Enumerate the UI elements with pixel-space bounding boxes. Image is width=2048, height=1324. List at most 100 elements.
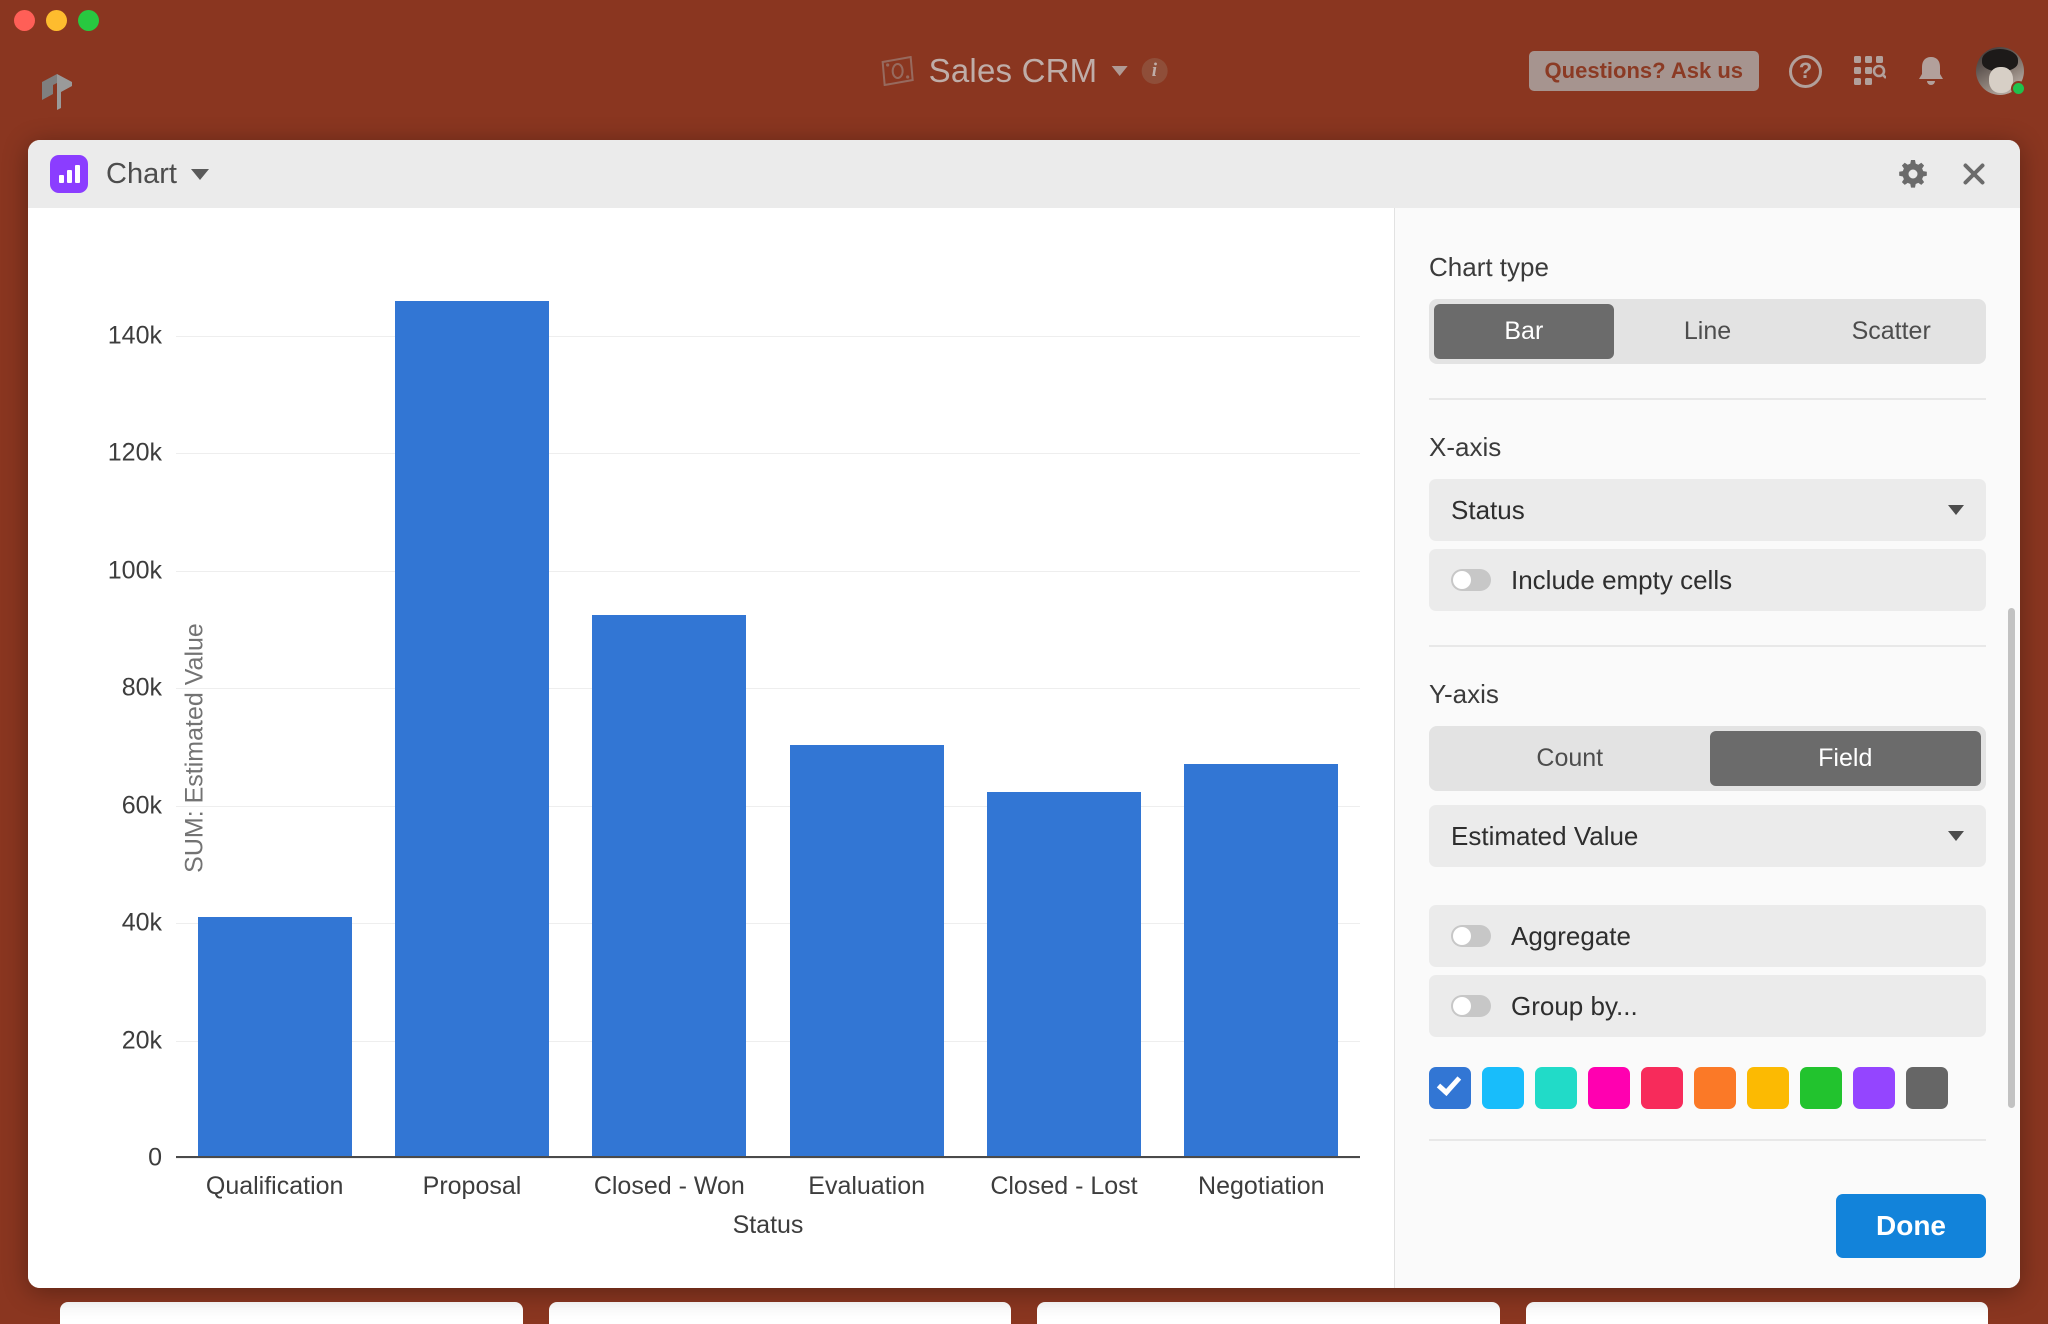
divider <box>1429 1139 1986 1141</box>
background-card <box>1525 1302 1988 1324</box>
info-icon[interactable]: i <box>1141 58 1168 84</box>
chart-editor-panel: Chart SUM: Estimated Value 0 20k 40k 60k 80k… <box>28 140 2020 1288</box>
y-axis-tick: 140k <box>107 321 162 350</box>
plot-area: 0 20k 40k 60k 80k 100k 120k 140k Qualification P… <box>108 248 1360 1200</box>
include-empty-cells-toggle[interactable] <box>1451 569 1491 591</box>
color-swatch[interactable] <box>1800 1067 1842 1109</box>
group-by-label: Group by... <box>1511 990 1638 1021</box>
x-axis-line <box>176 1156 1360 1158</box>
include-empty-cells-row[interactable]: Include empty cells <box>1429 549 1986 611</box>
color-swatch[interactable] <box>1906 1067 1948 1109</box>
chevron-down-icon[interactable] <box>190 168 209 180</box>
y-axis-tick: 0 <box>148 1143 162 1172</box>
chart-type-segmented-control[interactable]: Bar Line Scatter <box>1429 299 1986 364</box>
window-minimize-button[interactable] <box>46 10 67 31</box>
color-swatch-row[interactable] <box>1429 1067 1986 1109</box>
chart-bar-icon <box>50 155 88 193</box>
background-cards <box>0 1284 2048 1324</box>
y-axis-tick: 40k <box>121 908 162 937</box>
chart-type-option-line[interactable]: Line <box>1618 304 1798 359</box>
x-axis-field-select[interactable]: Status <box>1429 479 1986 541</box>
y-axis-label: Y-axis <box>1429 679 1499 709</box>
color-swatch[interactable] <box>1429 1067 1471 1109</box>
x-axis-tick: Closed - Won <box>593 1172 745 1200</box>
y-axis-tick: 100k <box>107 556 162 585</box>
aggregate-toggle[interactable] <box>1451 925 1491 947</box>
bar-slot: Proposal <box>373 248 570 1200</box>
help-circle-icon[interactable]: ? <box>1789 54 1822 88</box>
x-axis-label: X-axis <box>1429 432 1502 462</box>
y-axis-mode-count[interactable]: Count <box>1434 731 1706 786</box>
bar[interactable] <box>592 614 747 1158</box>
bar[interactable] <box>197 917 352 1158</box>
color-swatch[interactable] <box>1747 1067 1789 1109</box>
presence-indicator <box>2011 81 2026 96</box>
check-icon <box>1436 1070 1462 1097</box>
gear-icon[interactable] <box>1898 159 1928 189</box>
money-bill-icon <box>881 55 915 87</box>
bell-icon[interactable] <box>1916 54 1946 88</box>
chevron-down-icon <box>1948 831 1964 841</box>
bar-slot: Evaluation <box>768 248 965 1200</box>
app-title: Sales CRM <box>928 52 1098 89</box>
chart-type-option-scatter[interactable]: Scatter <box>1801 304 1981 359</box>
y-axis-field-value: Estimated Value <box>1451 820 1639 851</box>
x-axis-tick: Closed - Lost <box>990 1172 1138 1200</box>
app-window: Sales CRM i Questions? Ask us ? Chart SU… <box>0 0 2048 1324</box>
settings-scrollbar[interactable] <box>2008 608 2015 1108</box>
y-axis-tick: 60k <box>121 791 162 820</box>
bar[interactable] <box>789 745 944 1158</box>
bar-slot: Qualification <box>176 248 373 1200</box>
x-axis-tick: Proposal <box>422 1172 522 1200</box>
ask-us-button[interactable]: Questions? Ask us <box>1528 51 1759 91</box>
background-card <box>1037 1302 1500 1324</box>
color-swatch[interactable] <box>1641 1067 1683 1109</box>
gridline: 0 <box>148 1144 1360 1172</box>
group-by-toggle[interactable] <box>1451 995 1491 1017</box>
color-swatch[interactable] <box>1535 1067 1577 1109</box>
bar-slot: Negotiation <box>1163 248 1360 1200</box>
color-swatch[interactable] <box>1694 1067 1736 1109</box>
bar[interactable] <box>395 300 549 1158</box>
background-card <box>548 1302 1011 1324</box>
bar-slot: Closed - Won <box>571 248 768 1200</box>
chart-editor-header: Chart <box>28 140 2020 208</box>
window-traffic-lights[interactable] <box>14 10 99 31</box>
x-axis-tick: Qualification <box>205 1172 344 1200</box>
x-axis-tick: Negotiation <box>1198 1172 1325 1200</box>
divider <box>1429 645 1986 647</box>
window-maximize-button[interactable] <box>78 10 99 31</box>
chevron-down-icon[interactable] <box>1111 66 1128 76</box>
y-axis-tick: 120k <box>107 438 162 467</box>
group-by-row[interactable]: Group by... <box>1429 975 1986 1037</box>
y-axis-mode-segmented-control[interactable]: Count Field <box>1429 726 1986 791</box>
bar[interactable] <box>987 791 1141 1158</box>
cube-logo-icon[interactable] <box>36 70 78 112</box>
y-axis-tick: 20k <box>121 1026 162 1055</box>
y-axis-mode-field[interactable]: Field <box>1709 731 1981 786</box>
x-axis-field-value: Status <box>1451 494 1525 525</box>
color-swatch[interactable] <box>1853 1067 1895 1109</box>
chart-type-option-bar[interactable]: Bar <box>1434 304 1614 359</box>
top-bar: Sales CRM i Questions? Ask us ? <box>0 0 2048 131</box>
x-axis-title: Status <box>732 1211 804 1239</box>
divider <box>1429 398 1986 400</box>
app-title-group[interactable]: Sales CRM i <box>881 52 1168 90</box>
aggregate-row[interactable]: Aggregate <box>1429 905 1986 967</box>
close-icon[interactable] <box>1960 160 1988 188</box>
x-axis-tick: Evaluation <box>808 1172 926 1200</box>
done-button[interactable]: Done <box>1836 1194 1986 1258</box>
chart-canvas: SUM: Estimated Value 0 20k 40k 60k 80k 100k 12… <box>28 208 1394 1288</box>
app-grid-search-icon[interactable] <box>1852 54 1887 88</box>
color-swatch[interactable] <box>1588 1067 1630 1109</box>
bar-slot: Closed - Lost <box>965 248 1162 1200</box>
color-swatch[interactable] <box>1482 1067 1524 1109</box>
background-card <box>60 1302 523 1324</box>
chart-type-label: Chart type <box>1429 252 1549 282</box>
y-axis-tick: 80k <box>121 673 162 702</box>
window-close-button[interactable] <box>14 10 35 31</box>
bar-series: Qualification Proposal Closed - Won Evaluat… <box>176 248 1360 1200</box>
avatar-wrap[interactable] <box>1976 47 2026 96</box>
bar[interactable] <box>1184 764 1339 1158</box>
y-axis-field-select[interactable]: Estimated Value <box>1429 805 1986 867</box>
